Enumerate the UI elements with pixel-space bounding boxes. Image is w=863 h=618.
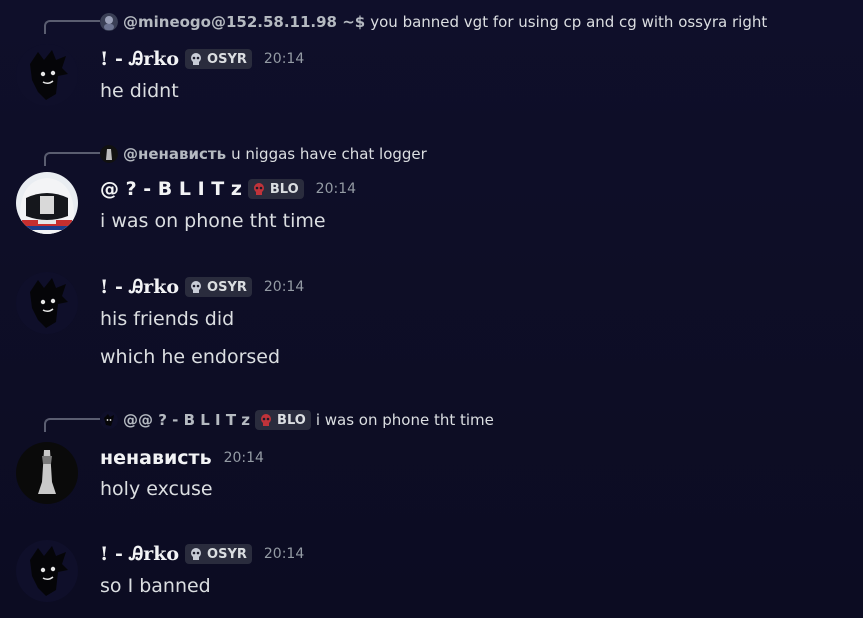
guild-tag-label: BLO — [277, 412, 306, 428]
reply-preview[interactable]: @@ ? - B L I T z BLO i was on phone tht … — [100, 410, 494, 430]
skull-icon — [251, 181, 267, 197]
reply-preview[interactable]: @mineogo@152.58.11.98 ~$ you banned vgt … — [100, 12, 767, 32]
avatar[interactable] — [16, 442, 78, 504]
reply-author[interactable]: @mineogo@152.58.11.98 ~$ — [123, 13, 365, 31]
message-header: ! - Ꭿrko OSYR 20:14 — [100, 47, 304, 71]
reply-preview[interactable]: @ненависть u niggas have chat logger — [100, 144, 427, 164]
guild-tag-label: OSYR — [207, 51, 247, 67]
reply-text: i was on phone tht time — [315, 411, 494, 429]
message-header: @ ? - B L I T z BLO 20:14 — [100, 177, 356, 201]
guild-tag-label: OSYR — [207, 279, 247, 295]
timestamp[interactable]: 20:14 — [264, 279, 304, 295]
guild-tag-label: BLO — [269, 181, 299, 197]
message-text: holy excuse — [100, 478, 213, 500]
author-name[interactable]: ! - Ꭿrko — [100, 543, 179, 565]
author-name[interactable]: @ ? - B L I T z — [100, 178, 242, 200]
guild-tag[interactable]: OSYR — [185, 277, 252, 297]
reply-author[interactable]: @@ ? - B L I T z — [123, 411, 250, 429]
guild-tag[interactable]: OSYR — [185, 544, 252, 564]
reply-author[interactable]: @ненависть — [123, 145, 226, 163]
skull-icon — [188, 279, 204, 295]
message-text: his friends did — [100, 308, 235, 330]
timestamp[interactable]: 20:14 — [316, 181, 356, 197]
reply-text: u niggas have chat logger — [231, 145, 427, 163]
timestamp[interactable]: 20:14 — [264, 546, 304, 562]
guild-tag-label: OSYR — [207, 546, 247, 562]
author-name[interactable]: ! - Ꭿrko — [100, 276, 179, 298]
skull-icon — [258, 412, 274, 428]
message-text: i was on phone tht time — [100, 210, 326, 232]
timestamp[interactable]: 20:14 — [224, 450, 264, 466]
avatar[interactable] — [16, 272, 78, 334]
message-header: ненависть 20:14 — [100, 446, 264, 470]
reply-avatar — [100, 411, 118, 429]
avatar[interactable] — [16, 540, 78, 602]
message-header: ! - Ꭿrko OSYR 20:14 — [100, 542, 304, 566]
reply-avatar — [100, 13, 118, 31]
author-name[interactable]: ! - Ꭿrko — [100, 48, 179, 70]
guild-tag[interactable]: OSYR — [185, 49, 252, 69]
skull-icon — [188, 51, 204, 67]
reply-avatar — [100, 145, 118, 163]
message-text: he didnt — [100, 80, 179, 102]
message-text: so I banned — [100, 575, 211, 597]
reply-text: you banned vgt for using cp and cg with … — [370, 13, 768, 31]
avatar[interactable] — [16, 44, 78, 106]
message-header: ! - Ꭿrko OSYR 20:14 — [100, 275, 304, 299]
message-text: which he endorsed — [100, 346, 281, 368]
avatar[interactable] — [16, 172, 78, 234]
chat-log: @mineogo@152.58.11.98 ~$ you banned vgt … — [0, 0, 863, 618]
timestamp[interactable]: 20:14 — [264, 51, 304, 67]
author-name[interactable]: ненависть — [100, 447, 212, 469]
reply-guild-tag[interactable]: BLO — [255, 410, 311, 430]
guild-tag[interactable]: BLO — [247, 179, 304, 199]
skull-icon — [188, 546, 204, 562]
